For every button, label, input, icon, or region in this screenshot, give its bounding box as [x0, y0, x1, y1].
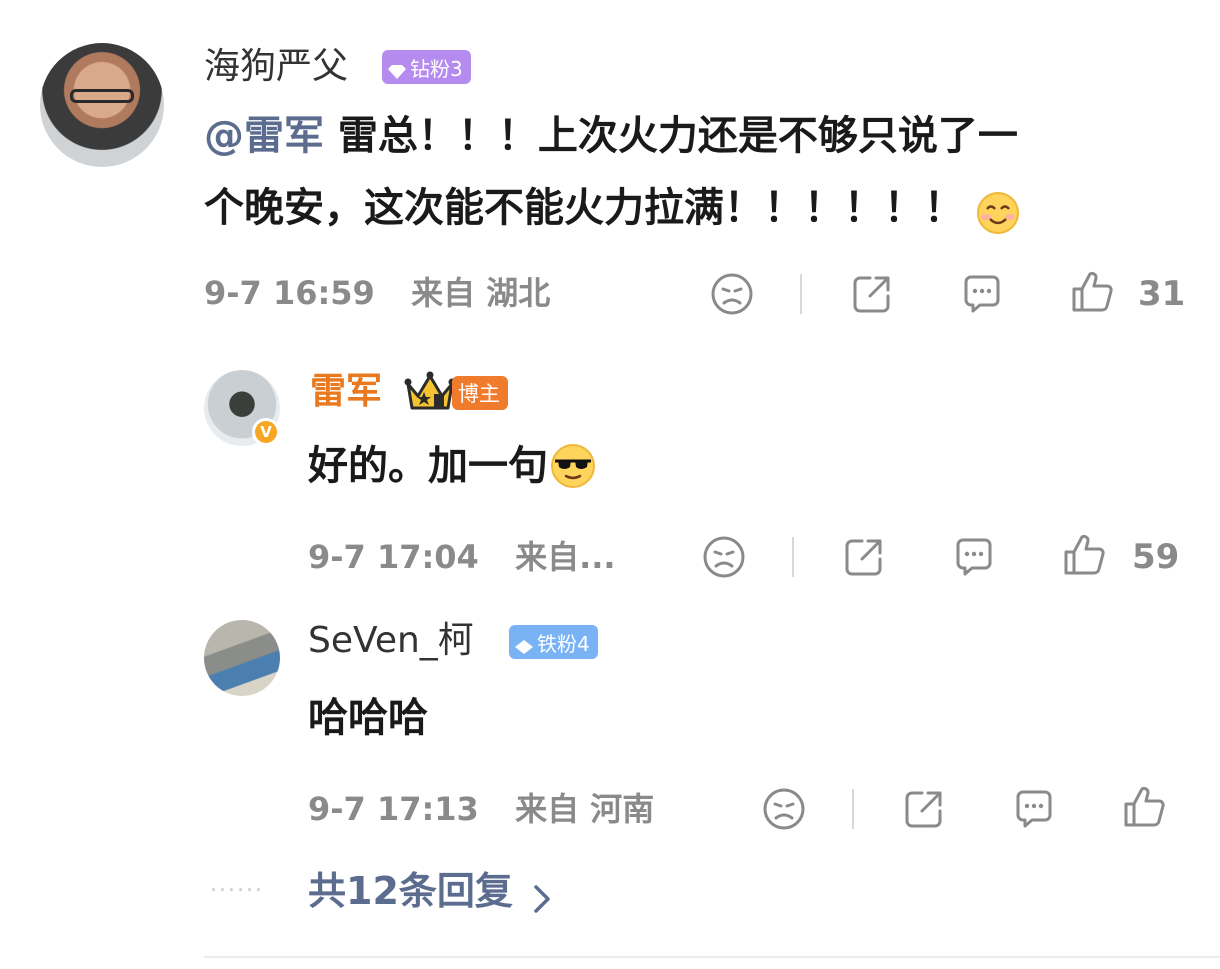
reply-avatar[interactable]	[204, 620, 280, 696]
reply-time: 9-7 17:04	[308, 538, 479, 576]
more-replies-label: 共12条回复	[308, 869, 513, 913]
like-count: 59	[1132, 537, 1180, 577]
sunglasses-emoji-icon	[550, 443, 596, 489]
verified-v-badge: V	[252, 418, 280, 446]
crown-icon	[404, 370, 456, 412]
share-icon[interactable]	[840, 533, 888, 581]
sad-face-icon[interactable]	[700, 533, 748, 581]
more-replies-link[interactable]: 共12条回复	[308, 866, 551, 916]
comment-icon[interactable]	[958, 270, 1006, 318]
blogger-badge: 博主	[452, 376, 508, 410]
sad-face-icon[interactable]	[708, 270, 756, 318]
bottom-divider	[204, 956, 1220, 958]
reply-text-content: 好的。加一句	[308, 443, 548, 489]
commenter-username[interactable]: 海狗严父	[204, 45, 348, 89]
like-icon[interactable]	[1068, 268, 1116, 316]
reply-username[interactable]: SeVen_柯	[308, 619, 474, 663]
comment-location: 来自 湖北	[411, 274, 551, 312]
comment-icon[interactable]	[950, 533, 998, 581]
mention-link[interactable]: @雷军	[204, 113, 324, 159]
diamond-icon	[515, 635, 533, 654]
reply-meta: 9-7 17:13 来自 河南	[308, 789, 654, 829]
reply-meta: 9-7 17:04 来自...	[308, 537, 616, 577]
reply-time: 9-7 17:13	[308, 790, 479, 828]
comment-time: 9-7 16:59	[204, 274, 375, 312]
reply-username[interactable]: 雷军	[310, 370, 382, 414]
fan-level-badge[interactable]: 铁粉4	[509, 625, 598, 659]
more-replies-dots: ......	[210, 872, 264, 897]
action-divider	[792, 537, 794, 577]
reply-location: 来自...	[515, 538, 616, 576]
chevron-right-icon	[533, 876, 551, 913]
reply-text: 好的。加一句	[308, 438, 596, 494]
action-divider	[852, 789, 854, 829]
reply-text: 哈哈哈	[308, 695, 428, 741]
like-icon[interactable]	[1060, 531, 1108, 579]
share-icon[interactable]	[900, 785, 948, 833]
badge-label: 钻粉3	[410, 56, 463, 81]
smile-emoji-icon	[976, 186, 1020, 234]
badge-label: 铁粉4	[537, 631, 590, 656]
reply-location: 来自 河南	[515, 790, 655, 828]
like-count: 31	[1138, 274, 1186, 314]
badge-label: 博主	[458, 382, 500, 406]
commenter-avatar[interactable]	[40, 43, 164, 167]
comment-text-line2: 个晚安，这次能不能火力拉满！！！！！！	[204, 185, 964, 231]
fan-level-badge[interactable]: 钻粉3	[382, 50, 471, 84]
comment-text: @雷军 雷总！！！上次火力还是不够只说了一 个晚安，这次能不能火力拉满！！！！！…	[204, 100, 1194, 244]
share-icon[interactable]	[848, 270, 896, 318]
comment-icon[interactable]	[1010, 785, 1058, 833]
comment-text-line1: 雷总！！！上次火力还是不够只说了一	[324, 113, 1018, 159]
like-icon[interactable]	[1120, 783, 1168, 831]
comment-meta: 9-7 16:59 来自 湖北	[204, 273, 550, 313]
action-divider	[800, 274, 802, 314]
sad-face-icon[interactable]	[760, 785, 808, 833]
diamond-icon	[388, 60, 406, 79]
